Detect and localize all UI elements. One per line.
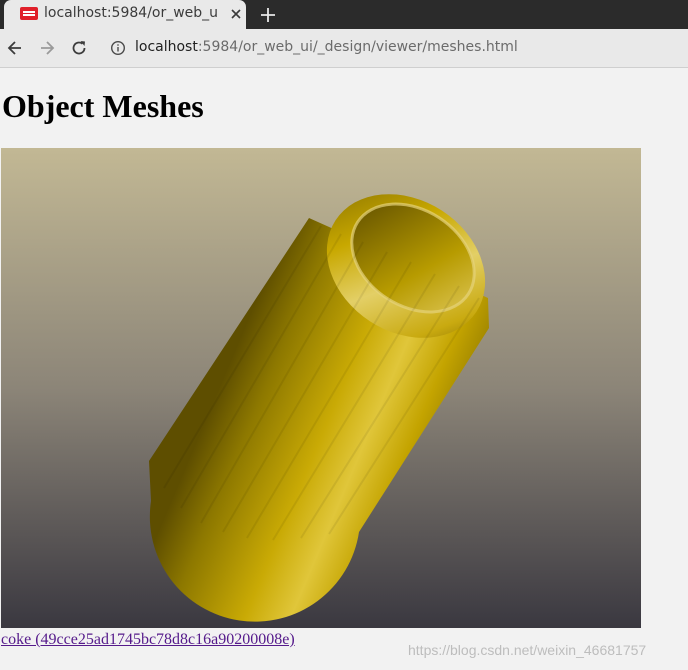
reload-icon[interactable] <box>69 38 89 58</box>
url-host: localhost <box>135 39 198 55</box>
address-bar[interactable]: localhost:5984/or_web_ui/_design/viewer/… <box>104 33 688 63</box>
couchdb-icon <box>20 7 38 20</box>
watermark-text: https://blog.csdn.net/weixin_46681757 <box>408 642 647 658</box>
3d-mesh-viewer <box>1 148 641 628</box>
tab-title: localhost:5984/or_web_ui <box>44 5 219 21</box>
arrow-right-icon[interactable] <box>37 38 57 58</box>
url-text[interactable]: localhost:5984/or_web_ui/_design/viewer/… <box>135 39 518 55</box>
page-content: Object Meshes coke (49cce25ad1745bc78d8c… <box>0 68 688 670</box>
mesh-link[interactable]: coke (49cce25ad1745bc78d8c16a90200008e) <box>1 631 295 649</box>
browser-tab[interactable]: localhost:5984/or_web_ui <box>4 0 246 29</box>
page-title: Object Meshes <box>2 88 204 124</box>
close-icon[interactable] <box>228 6 244 22</box>
arrow-left-icon[interactable] <box>5 38 25 58</box>
info-icon[interactable] <box>110 40 126 56</box>
tab-strip: localhost:5984/or_web_ui <box>0 0 688 29</box>
plus-icon[interactable] <box>258 5 278 25</box>
mesh-viewer-canvas[interactable] <box>1 148 641 628</box>
browser-toolbar: localhost:5984/or_web_ui/_design/viewer/… <box>0 29 688 68</box>
url-path: :5984/or_web_ui/_design/viewer/meshes.ht… <box>197 39 518 55</box>
